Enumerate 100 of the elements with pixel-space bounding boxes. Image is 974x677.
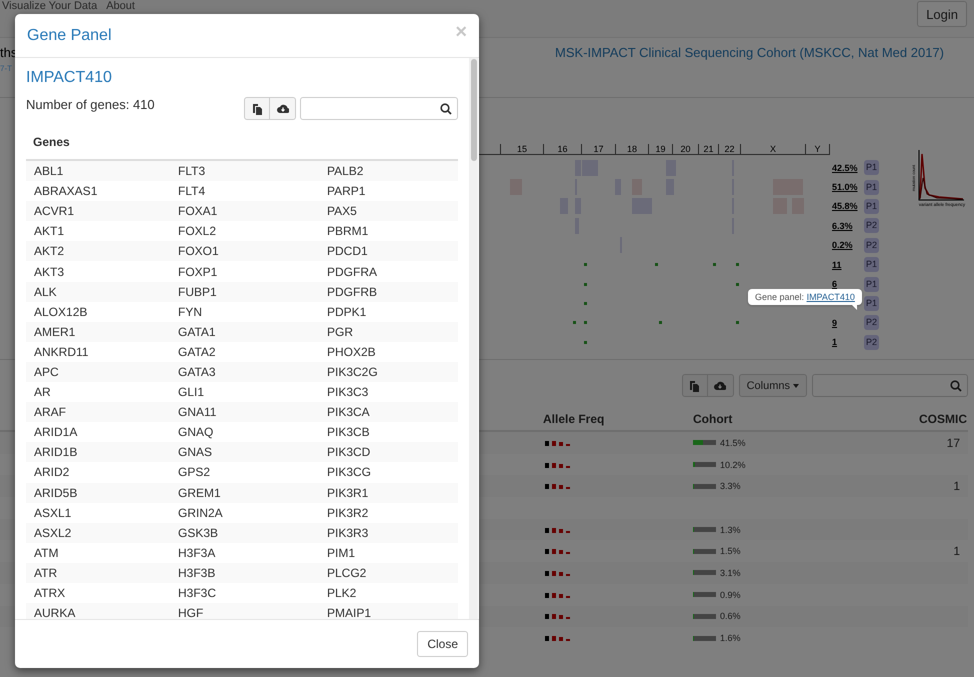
chromosome-label: 21 bbox=[698, 144, 718, 154]
gene-cell-text: PARP1 bbox=[326, 184, 366, 198]
cohort-bar bbox=[693, 636, 716, 641]
gene-cell-text: GPS2 bbox=[177, 465, 212, 480]
gene-cell-text: FOXP1 bbox=[177, 264, 218, 279]
search-field[interactable] bbox=[300, 97, 458, 120]
gene-cell-text: ATR bbox=[33, 566, 58, 580]
chromosome-label: 16 bbox=[543, 144, 581, 154]
gene-cell-text: PIK3C3 bbox=[326, 385, 368, 400]
gene-cell-text: GLI1 bbox=[177, 385, 206, 400]
track-value[interactable]: 45.8% bbox=[832, 201, 858, 212]
gene-cell-text: PIK3C2G bbox=[326, 364, 378, 379]
columns-dropdown[interactable]: Columns bbox=[738, 374, 807, 397]
cohort-frequency: 3.3% bbox=[720, 481, 741, 492]
gene-cell-text: ARID2 bbox=[33, 465, 70, 480]
panel-badge[interactable]: P2 bbox=[864, 315, 880, 330]
cosmic-count: 1 bbox=[953, 479, 960, 494]
panel-badge[interactable]: P1 bbox=[864, 180, 880, 195]
gene-cell-text: ABRAXAS1 bbox=[33, 184, 98, 198]
track-value[interactable]: 51.0% bbox=[832, 182, 858, 192]
cohort-bar bbox=[693, 614, 716, 619]
download-button[interactable] bbox=[270, 97, 296, 120]
gene-cell-text: PAX5 bbox=[326, 204, 357, 218]
track-value[interactable]: 0.2% bbox=[832, 240, 853, 250]
login-button[interactable]: Login bbox=[917, 1, 967, 27]
search-field[interactable] bbox=[812, 374, 968, 397]
gene-cell-text: ARID1B bbox=[33, 445, 78, 460]
gene-cell-text: AKT3 bbox=[33, 264, 66, 279]
panel-badge[interactable]: P2 bbox=[864, 238, 880, 253]
nav-link[interactable]: Visualize Your Data bbox=[2, 0, 98, 13]
scrollbar[interactable] bbox=[469, 58, 478, 619]
panel-badge[interactable]: P1 bbox=[864, 198, 880, 214]
gene-cell-text: AKT1 bbox=[33, 224, 66, 238]
gene-cell-text: AMER1 bbox=[33, 324, 76, 339]
track-value[interactable]: 1 bbox=[832, 337, 838, 348]
cohort-bar bbox=[693, 592, 716, 598]
chromosome-label: 22 bbox=[718, 144, 740, 154]
track-value[interactable]: 6.3% bbox=[832, 220, 853, 231]
panel-badge[interactable]: P1 bbox=[864, 296, 880, 311]
track-value[interactable]: 6 bbox=[832, 279, 838, 290]
gene-cell-text: PGR bbox=[326, 324, 354, 339]
gene-cell-text: GNAQ bbox=[177, 425, 214, 440]
column-header[interactable]: Cohort bbox=[693, 412, 873, 426]
nav-link[interactable]: About bbox=[106, 0, 135, 13]
gene-cell-text: PDCD1 bbox=[326, 244, 368, 258]
gene-cell-text: PALB2 bbox=[326, 164, 364, 178]
cohort-frequency: 1.6% bbox=[720, 633, 741, 644]
gene-cell-text: AURKA bbox=[33, 606, 76, 619]
track-value[interactable]: 11 bbox=[832, 260, 842, 270]
gene-count: Number of genes: 410 bbox=[26, 97, 155, 112]
gene-cell-text: ALK bbox=[33, 284, 58, 299]
column-header[interactable]: Allele Freq bbox=[543, 412, 693, 426]
gene-cell-text: PBRM1 bbox=[326, 224, 368, 238]
cohort-frequency: 10.2% bbox=[720, 460, 746, 470]
panel-badge[interactable]: P1 bbox=[864, 257, 880, 272]
copy-icon bbox=[252, 102, 262, 114]
cohort-bar bbox=[693, 484, 716, 489]
gene-cell-text: ARAF bbox=[33, 405, 68, 420]
gene-cell-text: PDGFRB bbox=[326, 284, 378, 299]
gene-cell-text: FOXA1 bbox=[177, 204, 218, 218]
mutation-track bbox=[584, 340, 587, 344]
gene-cell-text: GNAS bbox=[177, 445, 214, 460]
gene-cell-text: PIK3R3 bbox=[326, 526, 368, 540]
gene-panel-link[interactable]: IMPACT410 bbox=[806, 292, 855, 302]
gene-cell-text: PIK3CD bbox=[326, 445, 370, 460]
gene-cell-text: H3F3B bbox=[177, 566, 216, 580]
copy-button[interactable] bbox=[244, 97, 270, 120]
cloud-download-icon bbox=[276, 104, 288, 114]
gene-cell-text: ABL1 bbox=[33, 164, 64, 178]
gene-panel-name: IMPACT410 bbox=[26, 69, 112, 87]
column-header[interactable]: COSMIC bbox=[919, 412, 967, 426]
chromosome-label: Y bbox=[805, 144, 830, 154]
gene-cell-text: H3F3C bbox=[177, 586, 218, 600]
gene-cell-text: ARID5B bbox=[33, 486, 78, 500]
cohort-frequency: 1.3% bbox=[720, 524, 741, 535]
study-link[interactable]: MSK-IMPACT Clinical Sequencing Cohort (MSKCC, Nat Med 2017) bbox=[555, 45, 944, 60]
caret-icon bbox=[793, 384, 799, 388]
gene-cell-text: PDPK1 bbox=[326, 304, 366, 319]
cloud-download-icon bbox=[714, 380, 726, 390]
panel-badge[interactable]: P1 bbox=[864, 276, 880, 292]
gene-cell-text: ATRX bbox=[33, 586, 66, 600]
panel-badge[interactable]: P1 bbox=[864, 160, 880, 176]
panel-badge[interactable]: P2 bbox=[864, 218, 880, 234]
cohort-frequency: 0.9% bbox=[720, 590, 741, 600]
chromosome-label: 18 bbox=[615, 144, 648, 154]
track-value[interactable]: 42.5% bbox=[832, 162, 858, 173]
gene-cell-text: GREM1 bbox=[177, 486, 222, 500]
gene-cell-text: FOXO1 bbox=[177, 244, 220, 258]
panel-badge[interactable]: P2 bbox=[864, 334, 880, 350]
gene-cell-text: PIM1 bbox=[326, 546, 356, 560]
close-button[interactable]: Close bbox=[417, 631, 468, 657]
column-header[interactable]: Genes bbox=[33, 135, 70, 149]
gene-cell-text: GATA2 bbox=[177, 344, 217, 359]
chromosome-label: 15 bbox=[500, 144, 543, 154]
gene-cell-text: PIK3R2 bbox=[326, 506, 368, 520]
gene-cell-text: GSK3B bbox=[177, 526, 220, 540]
cohort-bar bbox=[693, 440, 716, 446]
gene-cell-text: GATA3 bbox=[177, 364, 217, 379]
track-value[interactable]: 9 bbox=[832, 318, 838, 328]
gene-cell-text: ATM bbox=[33, 546, 60, 560]
